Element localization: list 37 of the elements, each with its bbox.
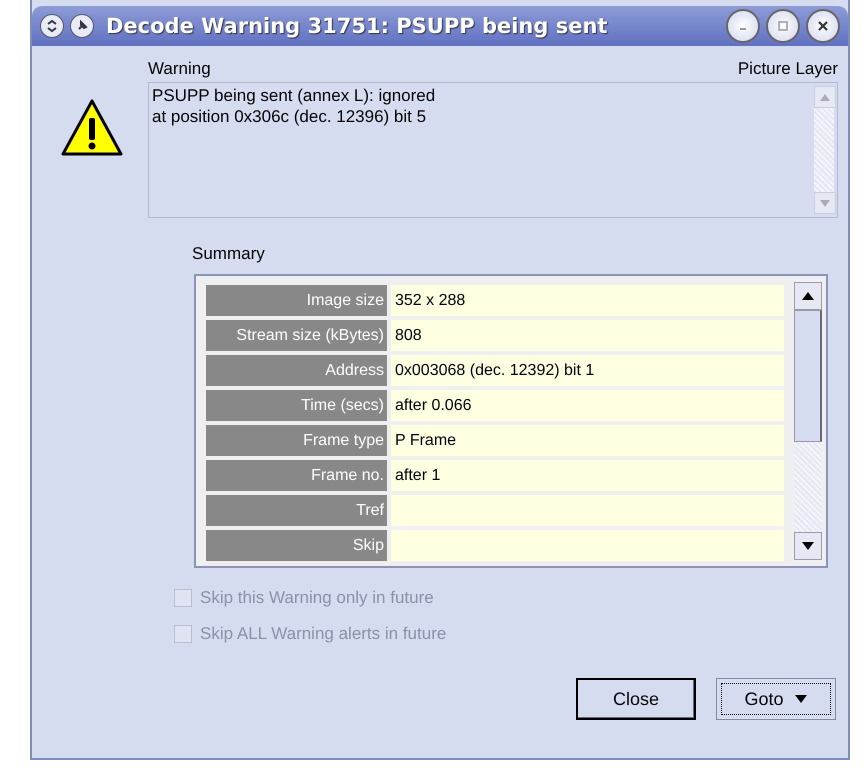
down-arrow-icon	[820, 200, 830, 206]
message-line: at position 0x306c (dec. 12396) bit 5	[152, 106, 428, 127]
field-value: after 1	[391, 460, 784, 491]
layer-label: Picture Layer	[738, 59, 838, 79]
field-name: Address	[206, 355, 387, 386]
field-name: Image size	[206, 285, 387, 316]
scroll-thumb[interactable]	[794, 310, 822, 442]
checkbox-label: Skip ALL Warning alerts in future	[200, 624, 446, 644]
scroll-down-button[interactable]	[794, 532, 822, 560]
minimize-icon[interactable]	[726, 9, 760, 43]
field-name: Frame type	[206, 425, 387, 456]
field-name: Stream size (kBytes)	[206, 320, 387, 351]
field-value: 352 x 288	[391, 285, 784, 316]
goto-button[interactable]: Goto	[716, 678, 836, 720]
warning-icon	[60, 98, 124, 158]
field-value: after 0.066	[391, 390, 784, 421]
close-button[interactable]: Close	[576, 678, 696, 720]
up-arrow-icon	[820, 94, 830, 100]
summary-label: Summary	[192, 244, 266, 265]
down-arrow-icon	[802, 542, 814, 550]
up-arrow-icon	[802, 292, 814, 300]
warning-label: Warning	[148, 59, 211, 79]
field-name: Skip	[206, 530, 387, 561]
field-name: Frame no.	[206, 460, 387, 491]
field-value: P Frame	[391, 425, 784, 456]
window-title: Decode Warning 31751: PSUPP being sent	[106, 14, 608, 38]
close-icon[interactable]	[806, 9, 840, 43]
field-name: Tref	[206, 495, 387, 526]
menu-icon[interactable]	[40, 14, 64, 38]
field-value: 808	[391, 320, 784, 351]
field-name: Time (secs)	[206, 390, 387, 421]
checkbox-label: Skip this Warning only in future	[200, 588, 434, 608]
field-value: 0x003068 (dec. 12392) bit 1	[391, 355, 784, 386]
scrollbar[interactable]	[814, 83, 837, 217]
maximize-icon[interactable]	[766, 9, 800, 43]
message-line: PSUPP being sent (annex L): ignored	[152, 85, 436, 106]
scroll-up-button[interactable]	[794, 282, 822, 310]
